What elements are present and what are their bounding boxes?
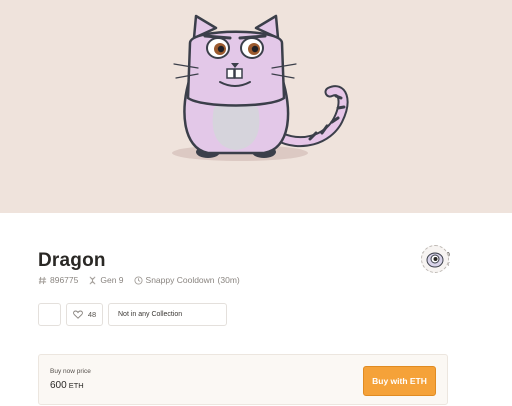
buy-price-currency: ETH bbox=[68, 381, 84, 390]
options-button[interactable] bbox=[38, 303, 61, 326]
like-button[interactable]: 48 bbox=[66, 303, 103, 326]
kitty-id-value: 896775 bbox=[50, 275, 79, 285]
buy-price-label: Buy now price bbox=[50, 368, 91, 375]
clock-icon bbox=[133, 275, 143, 285]
dna-icon bbox=[89, 276, 96, 284]
buy-price-value: 600 bbox=[50, 380, 67, 391]
buy-panel: Buy now price 600 ETH Buy with ETH bbox=[38, 354, 448, 405]
kitty-name: Dragon bbox=[38, 250, 106, 271]
kitty-gen-value: Gen 9 bbox=[100, 275, 124, 285]
kitty-meta: 896775 Gen 9 Snappy Cooldown (30m) bbox=[38, 275, 250, 285]
kitty-details: Dragon 896775 Gen 9 Snappy Cooldown (30m… bbox=[0, 213, 512, 406]
buy-with-eth-button[interactable]: Buy with ETH bbox=[363, 366, 436, 396]
kitty-id: 896775 bbox=[38, 275, 78, 285]
kitty-cooldown: Snappy Cooldown (30m) bbox=[133, 275, 240, 285]
collection-button[interactable]: Not in any Collection bbox=[108, 303, 227, 326]
hash-icon bbox=[38, 276, 47, 284]
buy-price: 600 ETH bbox=[50, 380, 84, 391]
kitty-image-panel bbox=[0, 0, 512, 213]
action-buttons: 48 Not in any Collection bbox=[38, 303, 232, 326]
owner-avatar[interactable] bbox=[421, 245, 449, 273]
kitty-cooldown-time: (30m) bbox=[217, 275, 240, 285]
heart-icon bbox=[72, 310, 83, 319]
kitty-gen: Gen 9 bbox=[88, 275, 124, 285]
like-count: 48 bbox=[87, 310, 97, 319]
kitty-cooldown-value: Snappy Cooldown bbox=[145, 275, 215, 285]
avatar-icon bbox=[426, 252, 444, 268]
cat-illustration bbox=[172, 14, 349, 161]
